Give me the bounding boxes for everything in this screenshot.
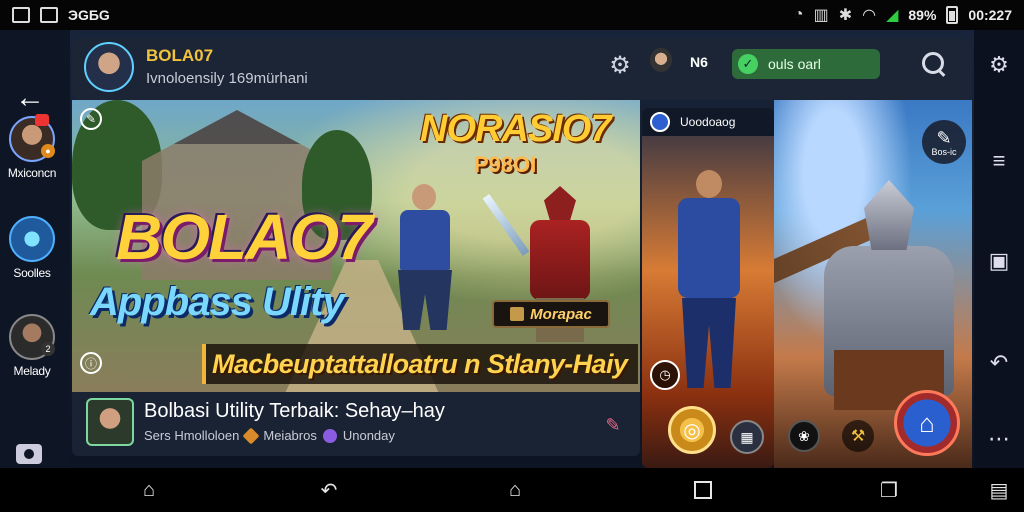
menu-icon[interactable]: ≡: [986, 148, 1012, 174]
subscribe-button[interactable]: ✓ ouls oarl: [732, 49, 880, 79]
timer-icon[interactable]: ◷: [650, 360, 680, 390]
purple-dot-icon: [322, 428, 337, 443]
main-banner[interactable]: NORASIO7 P98OI BOLAO7 Appbass Ulity Mora…: [72, 100, 640, 392]
rail-item-1[interactable]: ● Mxiconcn: [0, 114, 64, 180]
level-badge: ●: [41, 144, 55, 158]
brush-icon: ✎: [936, 127, 952, 148]
rail-item-label: Melady: [13, 364, 51, 378]
level-badge: 2: [41, 342, 55, 356]
back-icon[interactable]: ↶: [316, 478, 342, 502]
channel-subtitle: Ivnoloensily 169mürhani: [146, 70, 308, 87]
video-thumbnail-avatar: [86, 398, 134, 446]
vibrate-icon: ▥: [813, 7, 829, 24]
banner-tag-label: Morapac: [530, 305, 592, 323]
status-app-label: ЭGБG: [68, 7, 110, 23]
tool-icon[interactable]: ⚒: [842, 420, 874, 452]
header-settings-icon[interactable]: ⚙: [607, 52, 633, 79]
multi-window-icon[interactable]: ❐: [876, 478, 902, 502]
alarm-icon: ◔: [793, 6, 804, 23]
rail-avatar-2: [9, 216, 55, 262]
edit-label: Bos-ic: [931, 146, 957, 157]
navigation-bar: ⌂ ↶ ⌂ ❐ ▤: [0, 468, 1024, 512]
video-info[interactable]: Bolbasi Utility Terbaik: Sehay–hay Sers …: [72, 392, 640, 456]
rail-item-label: Soolles: [13, 266, 51, 280]
wifi-icon: ◠: [862, 7, 877, 24]
main-action-icon[interactable]: ⌂: [894, 390, 960, 456]
channel-logo-icon: [650, 112, 670, 132]
tagline-bar: Macbeuptattalloatru n Stlany-Haiy: [202, 344, 638, 384]
gallery-icon: [12, 7, 30, 23]
signal-icon: ◢: [886, 7, 899, 24]
left-rail: ← ● Mxiconcn Soolles 2 Melady: [0, 30, 70, 468]
subscribe-label: ouls oarl: [768, 56, 821, 72]
battery-icon: [946, 6, 959, 24]
notification-badge: [35, 114, 49, 126]
video-title: Bolbasi Utility Terbaik: Sehay–hay: [144, 400, 445, 422]
rail-avatar-1: ●: [9, 114, 55, 162]
undo-icon[interactable]: ↶: [986, 350, 1012, 376]
side-card-header: Uoodoaog: [642, 108, 774, 136]
rail-item-label: Mxiconcn: [7, 166, 57, 180]
pen-icon[interactable]: ✎: [602, 414, 624, 436]
grid-icon[interactable]: ▦: [730, 420, 764, 454]
window-icon[interactable]: ▣: [986, 248, 1012, 274]
channel-avatar[interactable]: [84, 42, 134, 92]
hero-character: [390, 184, 460, 354]
banner-tagline: Macbeuptattalloatru n Stlany-Haiy: [212, 348, 628, 379]
target-icon[interactable]: ◎: [668, 406, 716, 454]
banner-title-sub: P98OI: [474, 152, 537, 177]
rail-avatar-3: 2: [9, 314, 55, 360]
camera-icon[interactable]: [16, 444, 42, 464]
check-icon: ✓: [738, 54, 758, 74]
banner-title-right: NORASIO7: [420, 108, 611, 150]
search-icon[interactable]: [920, 50, 948, 78]
tag-icon: [510, 307, 525, 321]
home-icon[interactable]: ⌂: [502, 478, 528, 502]
side-card-title: Uoodoaog: [680, 115, 736, 129]
edit-button[interactable]: ✎ Bos-ic: [922, 120, 966, 164]
meta-text-3: Unonday: [342, 428, 395, 443]
user-avatar[interactable]: [650, 48, 672, 72]
channel-header: BOLA07 Ivnoloensily 169mürhani ⚙ N6 ✓ ou…: [72, 38, 972, 100]
recents-icon[interactable]: [690, 478, 716, 502]
soldier-character: [664, 170, 754, 390]
video-meta: Sers Hmolloloen Meiabros Unonday: [144, 427, 395, 444]
clock: 00:227: [968, 7, 1012, 23]
user-label: N6: [690, 54, 708, 70]
battery-percent: 89%: [908, 7, 937, 23]
share-icon[interactable]: ✎: [80, 108, 102, 130]
status-bar: ЭGБG ◔ ▥ ✱ ◠ ◢ 89% 00:227: [0, 0, 1024, 30]
orange-tag-icon: [242, 427, 260, 444]
banner-logo: BOLAO7: [116, 201, 373, 273]
channel-name[interactable]: BOLA07: [146, 46, 213, 66]
paw-icon[interactable]: ❀: [788, 420, 820, 452]
more-icon[interactable]: ⋯: [986, 426, 1012, 452]
bluetooth-icon: ✱: [838, 7, 853, 24]
back-arrow-icon[interactable]: ←: [8, 80, 52, 116]
right-rail: ⚙ ≡ ▣ ↶ ⋯: [974, 30, 1024, 468]
rail-item-2[interactable]: Soolles: [0, 216, 64, 280]
home-outline-icon[interactable]: ⌂: [136, 478, 162, 502]
photo-icon: [40, 7, 58, 23]
info-icon[interactable]: ⓘ: [80, 352, 102, 374]
meta-text-1: Sers Hmolloloen: [144, 428, 240, 443]
banner-logo-subtitle: Appbass Ulity: [90, 280, 345, 324]
menu-list-icon[interactable]: ▤: [986, 478, 1012, 502]
meta-text-2: Meiabros: [263, 428, 317, 443]
banner-tag: Morapac: [492, 300, 610, 328]
rail-item-3[interactable]: 2 Melady: [0, 314, 64, 378]
settings-gear-icon[interactable]: ⚙: [986, 52, 1012, 78]
